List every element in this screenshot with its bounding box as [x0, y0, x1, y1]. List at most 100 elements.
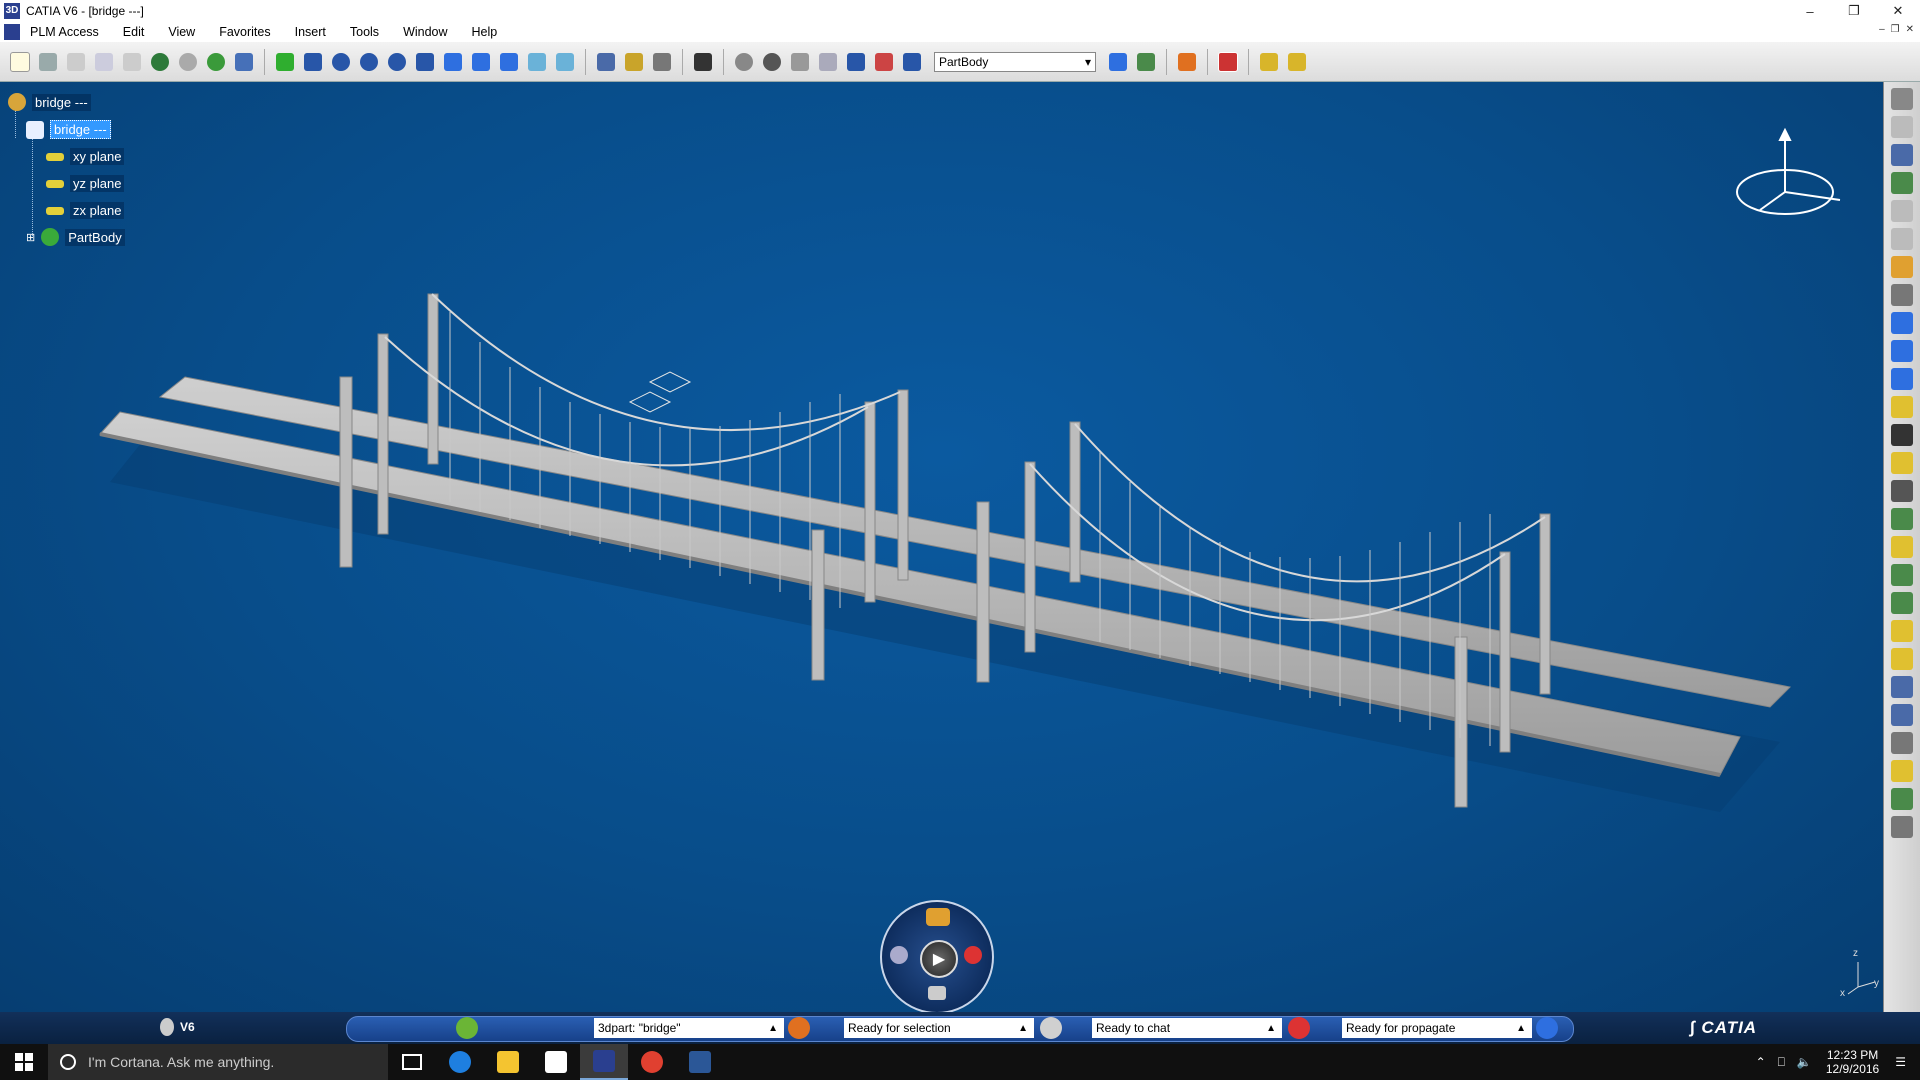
windows-start-icon[interactable]	[0, 1044, 48, 1080]
compass-status-icon[interactable]	[456, 1017, 478, 1039]
minimize-icon[interactable]: –	[1788, 0, 1832, 22]
clock[interactable]: 12:23 PM 12/9/2016	[1826, 1048, 1879, 1076]
shell-icon[interactable]	[1891, 620, 1913, 642]
filter-button[interactable]	[872, 50, 896, 74]
capture-button[interactable]	[691, 50, 715, 74]
pan-button[interactable]	[301, 50, 325, 74]
navigation-wheel[interactable]: ▶	[880, 900, 994, 1014]
print-button[interactable]	[36, 50, 60, 74]
tree-item-xy-plane[interactable]: xy plane	[46, 148, 125, 165]
publish-button[interactable]	[1257, 50, 1281, 74]
iso-view-button[interactable]	[469, 50, 493, 74]
view-icon[interactable]	[890, 946, 908, 964]
active-document-field[interactable]: 3dpart: "bridge" ▲	[594, 1018, 784, 1038]
shaft-icon[interactable]	[1891, 368, 1913, 390]
zoom-in-button[interactable]	[357, 50, 381, 74]
3d-compass[interactable]	[1736, 127, 1841, 215]
network-icon[interactable]: ⎕	[1778, 1055, 1785, 1070]
tool-icon[interactable]	[1891, 172, 1913, 194]
thickness-icon[interactable]	[1891, 648, 1913, 670]
normal-view-button[interactable]	[413, 50, 437, 74]
groove-icon[interactable]	[1891, 396, 1913, 418]
sketch-button[interactable]	[1106, 50, 1130, 74]
boolean-icon[interactable]	[1891, 760, 1913, 782]
search-icon[interactable]	[788, 1017, 810, 1039]
doc-close-icon[interactable]: ✕	[1906, 24, 1914, 35]
measure-button[interactable]	[594, 50, 618, 74]
draft-icon[interactable]	[1891, 592, 1913, 614]
menu-window[interactable]: Window	[391, 25, 459, 39]
swap-visible-button[interactable]	[553, 50, 577, 74]
tree-root[interactable]: bridge ---	[8, 93, 91, 111]
cut-button[interactable]	[64, 50, 88, 74]
v6-brand[interactable]: V6	[160, 1018, 195, 1036]
body-selector[interactable]: PartBody ▾	[934, 51, 1096, 72]
pattern-icon[interactable]	[1891, 676, 1913, 698]
manipulate-button[interactable]	[760, 50, 784, 74]
new-button[interactable]	[8, 50, 32, 74]
slot-icon[interactable]	[1891, 480, 1913, 502]
restore-icon[interactable]: ❐	[1832, 0, 1876, 22]
measure-item-button[interactable]	[622, 50, 646, 74]
menu-insert[interactable]: Insert	[283, 25, 338, 39]
sketch-icon[interactable]	[1891, 284, 1913, 306]
inertia-button[interactable]	[650, 50, 674, 74]
tool-icon[interactable]	[1891, 144, 1913, 166]
catia-app-icon[interactable]: 3D	[4, 3, 20, 19]
whats-this-button[interactable]	[232, 50, 256, 74]
catalog-button[interactable]	[1134, 50, 1158, 74]
rotate-button[interactable]	[329, 50, 353, 74]
rib-icon[interactable]	[1891, 452, 1913, 474]
chrome-icon[interactable]	[628, 1044, 676, 1080]
tree-item-partbody[interactable]: ⊞ PartBody	[26, 228, 125, 246]
tool-icon[interactable]	[1891, 116, 1913, 138]
share-icon[interactable]	[964, 946, 982, 964]
reference-button[interactable]	[1285, 50, 1309, 74]
pocket-icon[interactable]	[1891, 340, 1913, 362]
menu-favorites[interactable]: Favorites	[207, 25, 282, 39]
word-icon[interactable]	[676, 1044, 724, 1080]
selection-status-field[interactable]: Ready for selection ▲	[844, 1018, 1034, 1038]
close-icon[interactable]: ✕	[1876, 0, 1920, 22]
fit-all-button[interactable]	[273, 50, 297, 74]
update-button[interactable]	[204, 50, 228, 74]
doc-minimize-icon[interactable]: –	[1879, 24, 1885, 35]
chat-icon[interactable]	[1040, 1017, 1062, 1039]
3d-viewport[interactable]: z x y	[0, 82, 1884, 1012]
tool-icon[interactable]	[1891, 228, 1913, 250]
tree-item-zx-plane[interactable]: zx plane	[46, 202, 125, 219]
zoom-out-button[interactable]	[385, 50, 409, 74]
expand-icon[interactable]: ⊞	[26, 231, 35, 244]
undo-button[interactable]	[148, 50, 172, 74]
menu-view[interactable]: View	[156, 25, 207, 39]
cortana-search[interactable]: I'm Cortana. Ask me anything.	[48, 1044, 388, 1080]
menu-edit[interactable]: Edit	[111, 25, 157, 39]
edge-icon[interactable]	[436, 1044, 484, 1080]
stack-button[interactable]	[900, 50, 924, 74]
file-explorer-icon[interactable]	[484, 1044, 532, 1080]
doc-restore-icon[interactable]: ❐	[1891, 24, 1900, 35]
analysis-icon[interactable]	[1891, 788, 1913, 810]
store-icon[interactable]	[532, 1044, 580, 1080]
propagate-status-field[interactable]: Ready for propagate ▲	[1342, 1018, 1532, 1038]
chat-status-field[interactable]: Ready to chat ▲	[1092, 1018, 1282, 1038]
paste-button[interactable]	[120, 50, 144, 74]
copy-button[interactable]	[92, 50, 116, 74]
menu-tools[interactable]: Tools	[338, 25, 391, 39]
chamfer-icon[interactable]	[1891, 564, 1913, 586]
select-icon[interactable]	[1891, 256, 1913, 278]
axis-system-button[interactable]	[788, 50, 812, 74]
document-icon[interactable]	[4, 24, 20, 40]
loft-icon[interactable]	[1891, 508, 1913, 530]
check-icon[interactable]	[1891, 816, 1913, 838]
menu-help[interactable]: Help	[460, 25, 510, 39]
catia-taskbar-icon[interactable]	[580, 1044, 628, 1080]
hole-icon[interactable]	[1891, 424, 1913, 446]
grid-button[interactable]	[816, 50, 840, 74]
bridge-model[interactable]	[0, 82, 1884, 1012]
network-icon[interactable]	[928, 986, 946, 1000]
redo-button[interactable]	[176, 50, 200, 74]
collaboration-icon[interactable]	[926, 908, 950, 926]
mirror-icon[interactable]	[1891, 704, 1913, 726]
help-icon[interactable]	[1536, 1017, 1558, 1039]
